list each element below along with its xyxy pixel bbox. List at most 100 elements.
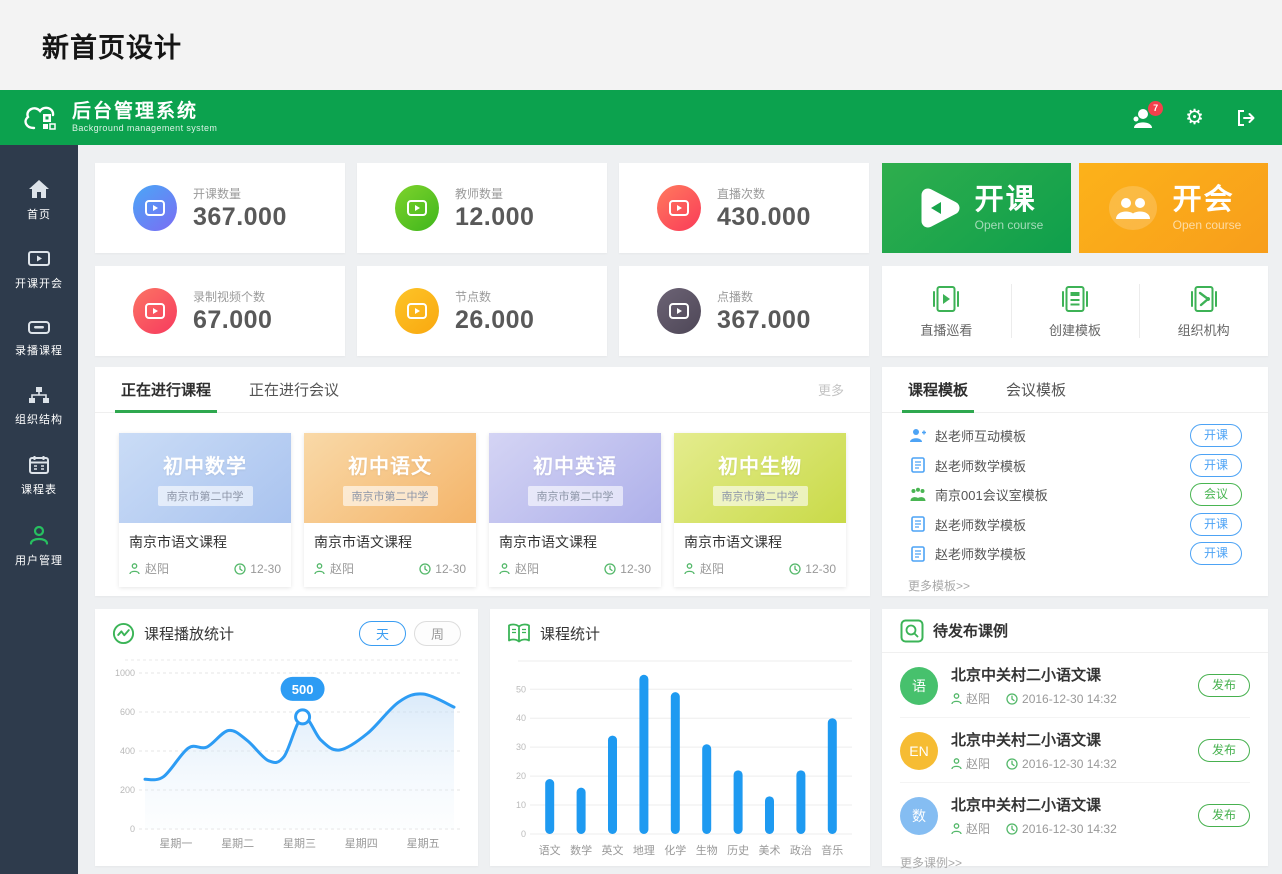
sidebar-item-user-management[interactable]: 用户管理 — [0, 511, 78, 582]
teacher-name: 赵阳 — [966, 820, 990, 837]
svg-text:10: 10 — [516, 800, 526, 810]
svg-text:语文: 语文 — [539, 843, 561, 857]
svg-text:音乐: 音乐 — [821, 843, 843, 857]
video-class-icon — [28, 250, 50, 268]
person-icon — [314, 563, 325, 575]
sidebar-item-home[interactable]: 首页 — [0, 165, 78, 236]
start-course-button[interactable]: 开课 — [1190, 513, 1242, 536]
template-tabs: 课程模板 会议模板 — [882, 367, 1268, 413]
teacher-name: 赵阳 — [145, 560, 169, 577]
system-subtitle: Background management system — [72, 123, 217, 133]
clock-icon — [1006, 758, 1018, 770]
org-structure-icon — [28, 386, 50, 404]
stats-row-1: 开课数量367.000 教师数量12.000 直播次数430.000 — [95, 163, 870, 253]
lesson-title: 北京中关村二小语文课 — [951, 794, 1117, 815]
pending-lesson-row: 数 北京中关村二小语文课 赵阳 2016-12-30 14:32 发布 — [900, 783, 1250, 847]
template-row: 赵老师互动模板 开课 — [908, 421, 1242, 451]
more-templates-link[interactable]: 更多模板>> — [882, 569, 1268, 594]
more-courses-link[interactable]: 更多 — [818, 380, 844, 399]
sidebar-item-classes-meetings[interactable]: 开课开会 — [0, 236, 78, 305]
sidebar-item-org-structure[interactable]: 组织结构 — [0, 372, 78, 441]
tab-course-templates[interactable]: 课程模板 — [908, 367, 968, 412]
svg-text:英文: 英文 — [602, 843, 624, 857]
create-template-icon — [1058, 283, 1092, 315]
person-icon — [951, 693, 962, 705]
tab-ongoing-meetings[interactable]: 正在进行会议 — [249, 367, 339, 412]
publish-button[interactable]: 发布 — [1198, 674, 1250, 697]
stat-label: 开课数量 — [193, 185, 287, 202]
stats-row-2: 录制视频个数67.000 节点数26.000 点播数367.000 — [95, 266, 870, 356]
template-name: 赵老师数学模板 — [935, 544, 1026, 563]
start-course-button[interactable]: 开课 — [1190, 454, 1242, 477]
live-patrol-action[interactable]: 直播巡看 — [882, 266, 1011, 356]
person-icon — [684, 563, 695, 575]
header-actions: 7 ⚙ — [1131, 107, 1256, 128]
svg-text:0: 0 — [521, 829, 526, 839]
stat-value: 12.000 — [455, 203, 534, 232]
tab-ongoing-courses[interactable]: 正在进行课程 — [121, 367, 211, 412]
create-template-action[interactable]: 创建模板 — [1011, 266, 1140, 356]
course-card[interactable]: 初中生物 南京市第二中学 南京市语文课程 赵阳 12-30 — [674, 433, 846, 587]
svg-text:500: 500 — [292, 682, 314, 697]
course-card[interactable]: 初中数学 南京市第二中学 南京市语文课程 赵阳 12-30 — [119, 433, 291, 587]
more-lessons-link[interactable]: 更多课例>> — [882, 847, 1268, 871]
open-meeting-button[interactable]: 开会Open course — [1079, 163, 1268, 253]
pending-lesson-row: 语 北京中关村二小语文课 赵阳 2016-12-30 14:32 发布 — [900, 653, 1250, 718]
ongoing-courses-panel: 正在进行课程 正在进行会议 更多 初中数学 南京市第二中学 南京市语文课程 — [95, 367, 870, 596]
school-badge: 南京市第二中学 — [158, 486, 253, 506]
sidebar-nav: 首页 开课开会 录播课程 组织结构 课程表 用户管理 — [0, 145, 78, 874]
user-notifications-button[interactable]: 7 — [1131, 108, 1153, 128]
sidebar-item-timetable[interactable]: 课程表 — [0, 441, 78, 511]
quick-actions-panel: 直播巡看 创建模板 组织机构 — [882, 266, 1268, 356]
organization-action[interactable]: 组织机构 — [1139, 266, 1268, 356]
svg-text:生物: 生物 — [696, 843, 718, 857]
start-course-button[interactable]: 开课 — [1190, 542, 1242, 565]
start-course-button[interactable]: 开课 — [1190, 424, 1242, 447]
big-button-subtitle: Open course — [975, 218, 1044, 232]
svg-text:星期二: 星期二 — [221, 837, 254, 850]
svg-text:1000: 1000 — [115, 668, 135, 678]
open-course-button[interactable]: 开课Open course — [882, 163, 1071, 253]
chart-title: 课程播放统计 — [144, 623, 234, 644]
course-name: 南京市语文课程 — [314, 532, 466, 552]
toggle-day-button[interactable]: 天 — [359, 621, 406, 646]
template-row: 赵老师数学模板 开课 — [908, 539, 1242, 569]
person-icon — [951, 758, 962, 770]
document-icon — [908, 546, 928, 562]
publish-button[interactable]: 发布 — [1198, 804, 1250, 827]
svg-text:20: 20 — [516, 771, 526, 781]
settings-button[interactable]: ⚙ — [1185, 107, 1204, 128]
play-circle-icon — [657, 288, 701, 334]
design-title-band: 新首页设计 — [0, 0, 1282, 90]
course-date: 12-30 — [250, 562, 281, 576]
sidebar-item-recorded-courses[interactable]: 录播课程 — [0, 305, 78, 372]
gear-icon: ⚙ — [1185, 107, 1204, 128]
start-meeting-button[interactable]: 会议 — [1190, 483, 1242, 506]
toggle-week-button[interactable]: 周 — [414, 621, 461, 646]
publish-button[interactable]: 发布 — [1198, 739, 1250, 762]
clock-icon — [789, 563, 801, 575]
school-badge: 南京市第二中学 — [343, 486, 438, 506]
stat-label: 录制视频个数 — [193, 288, 272, 305]
quick-action-label: 直播巡看 — [920, 320, 972, 339]
meeting-room-icon — [908, 487, 928, 502]
play-circle-icon — [395, 288, 439, 334]
svg-text:星期五: 星期五 — [407, 837, 440, 850]
course-card[interactable]: 初中语文 南京市第二中学 南京市语文课程 赵阳 12-30 — [304, 433, 476, 587]
course-stats-panel: 课程统计 01020304050语文数学英文地理化学生物历史美术政治音乐 — [490, 609, 870, 866]
line-chart-icon — [112, 622, 135, 645]
course-card[interactable]: 初中英语 南京市第二中学 南京市语文课程 赵阳 12-30 — [489, 433, 661, 587]
stat-card-open-courses: 开课数量367.000 — [95, 163, 345, 253]
person-icon — [499, 563, 510, 575]
course-name: 南京市语文课程 — [499, 532, 651, 552]
organization-icon — [1187, 283, 1221, 315]
book-icon — [507, 622, 531, 644]
logout-button[interactable] — [1236, 109, 1256, 127]
chart-title: 课程统计 — [540, 623, 600, 644]
teacher-name: 赵阳 — [700, 560, 724, 577]
template-list: 赵老师互动模板 开课 赵老师数学模板 开课 南京001会议室模板 会议 — [882, 413, 1268, 569]
course-date: 12-30 — [620, 562, 651, 576]
tab-meeting-templates[interactable]: 会议模板 — [1006, 367, 1066, 412]
recorder-icon — [28, 319, 50, 335]
subject-avatar: 语 — [900, 667, 938, 705]
